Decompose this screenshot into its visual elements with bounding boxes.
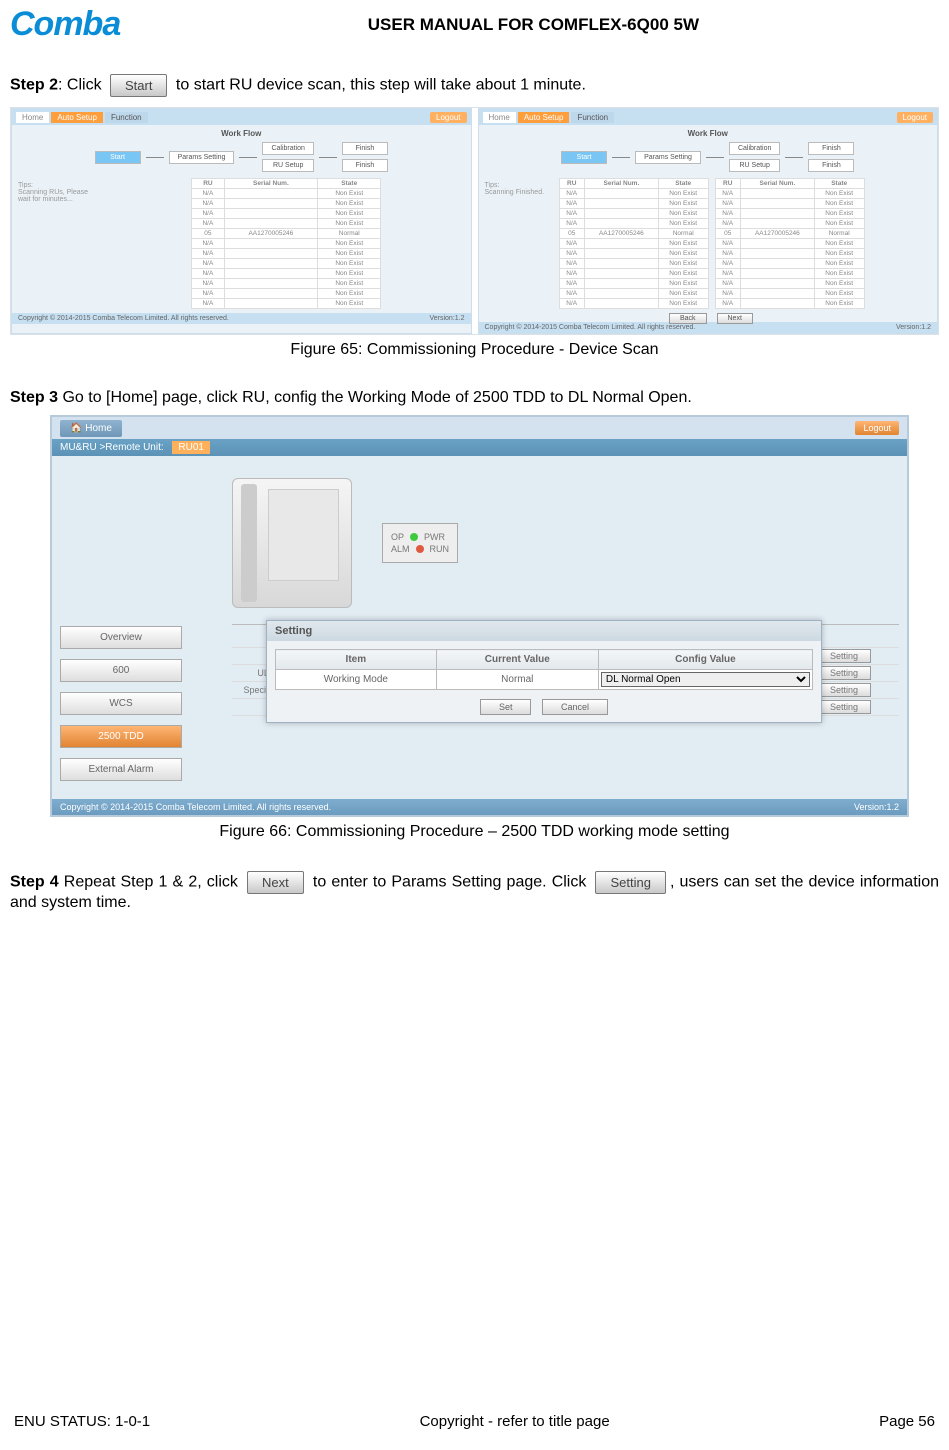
breadcrumb-strip: MU&RU >Remote Unit: RU01 (52, 439, 907, 456)
tips-label: Tips: (18, 182, 96, 189)
copyright-right: Copyright © 2014-2015 Comba Telecom Limi… (485, 324, 696, 331)
tips-label: Tips: (485, 182, 553, 189)
nav-home[interactable]: Home (483, 112, 516, 123)
device-image (232, 478, 352, 608)
sidebar-tab-2500-tdd[interactable]: 2500 TDD (60, 725, 182, 748)
ru-table-right-a: RUSerial Num.StateN/ANon ExistN/ANon Exi… (559, 178, 709, 309)
logout-button[interactable]: Logout (897, 112, 933, 123)
wf-finish-a[interactable]: Finish (808, 142, 854, 155)
dlg-current: Normal (436, 670, 598, 690)
start-button-img: Start (110, 74, 167, 97)
nav-function[interactable]: Function (571, 112, 614, 123)
step4-label: Step 4 (10, 874, 59, 891)
ru-table-left: RUSerial Num.StateN/ANon ExistN/ANon Exi… (191, 178, 381, 309)
wf-calibration[interactable]: Calibration (729, 142, 780, 155)
wf-start[interactable]: Start (95, 151, 141, 164)
step2-label: Step 2 (10, 77, 58, 94)
cancel-button[interactable]: Cancel (542, 699, 608, 715)
th-config: Config Value (598, 650, 812, 670)
fig65-caption: Figure 65: Commissioning Procedure - Dev… (10, 341, 939, 359)
home-button[interactable]: 🏠 Home (60, 420, 122, 437)
led-panel: OPPWR ALMRUN (382, 523, 458, 563)
logout-button[interactable]: Logout (855, 421, 899, 435)
wf-finish-b[interactable]: Finish (808, 159, 854, 172)
fig66-caption: Figure 66: Commissioning Procedure – 250… (10, 823, 939, 841)
wf-start[interactable]: Start (561, 151, 607, 164)
setting-button-img: Setting (595, 871, 665, 894)
wf-params[interactable]: Params Setting (169, 151, 235, 164)
version-right: Version:1.2 (896, 324, 931, 331)
footer-copyright: Copyright - refer to title page (420, 1413, 610, 1430)
nav-function[interactable]: Function (105, 112, 148, 123)
brand-logo: Comba (10, 5, 120, 44)
logout-button[interactable]: Logout (430, 112, 466, 123)
wf-finish-b[interactable]: Finish (342, 159, 388, 172)
doc-title: USER MANUAL FOR COMFLEX-6Q00 5W (368, 15, 699, 35)
ru-table-right-b: RUSerial Num.StateN/ANon ExistN/ANon Exi… (715, 178, 865, 309)
workflow-title: Work Flow (479, 125, 938, 142)
nav-auto-setup[interactable]: Auto Setup (518, 112, 570, 123)
step2-text: Step 2: Click Start to start RU device s… (10, 74, 939, 97)
config-select[interactable]: DL Normal Open (601, 672, 810, 687)
setting-button[interactable]: Setting (817, 683, 871, 697)
back-button[interactable]: Back (669, 313, 707, 324)
wf-ru-setup[interactable]: RU Setup (262, 159, 313, 172)
setting-button[interactable]: Setting (817, 666, 871, 680)
figure-65: Home Auto Setup Function Logout Work Flo… (10, 107, 939, 335)
footer-status: ENU STATUS: 1-0-1 (14, 1413, 150, 1430)
setting-button[interactable]: Setting (817, 700, 871, 714)
th-item: Item (276, 650, 437, 670)
step4-text: Step 4 Repeat Step 1 & 2, click Next to … (10, 871, 939, 912)
workflow-title: Work Flow (12, 125, 471, 142)
version-left: Version:1.2 (429, 315, 464, 322)
tips-right: Scanning Finished. (485, 189, 553, 196)
sidebar-tab-wcs[interactable]: WCS (60, 692, 182, 715)
fig66-version: Version:1.2 (854, 802, 899, 812)
fig66-copyright: Copyright © 2014-2015 Comba Telecom Limi… (60, 802, 331, 812)
th-current: Current Value (436, 650, 598, 670)
next-button[interactable]: Next (717, 313, 753, 324)
copyright-left: Copyright © 2014-2015 Comba Telecom Limi… (18, 315, 229, 322)
set-button[interactable]: Set (480, 699, 532, 715)
wf-finish-a[interactable]: Finish (342, 142, 388, 155)
wf-calibration[interactable]: Calibration (262, 142, 313, 155)
nav-home[interactable]: Home (16, 112, 49, 123)
nav-auto-setup[interactable]: Auto Setup (51, 112, 103, 123)
setting-dialog: Setting Item Current Value Config Value … (266, 620, 822, 723)
figure-66: 🏠 Home Logout MU&RU >Remote Unit: RU01 O… (50, 415, 909, 817)
page-footer: ENU STATUS: 1-0-1 Copyright - refer to t… (0, 1413, 949, 1430)
sidebar-tab-overview[interactable]: Overview (60, 626, 182, 649)
step3-text: Step 3 Go to [Home] page, click RU, conf… (10, 389, 939, 407)
sidebar-tab-external-alarm[interactable]: External Alarm (60, 758, 182, 781)
setting-button[interactable]: Setting (817, 649, 871, 663)
next-button-img: Next (247, 871, 304, 894)
wf-ru-setup[interactable]: RU Setup (729, 159, 780, 172)
tips-left: Scanning RUs, Please wait for minutes... (18, 189, 96, 203)
dialog-title: Setting (267, 621, 821, 641)
sidebar-tab-600[interactable]: 600 (60, 659, 182, 682)
ru01-tab[interactable]: RU01 (172, 441, 210, 454)
step3-label: Step 3 (10, 389, 58, 406)
dlg-item: Working Mode (276, 670, 437, 690)
wf-params[interactable]: Params Setting (635, 151, 701, 164)
footer-page: Page 56 (879, 1413, 935, 1430)
